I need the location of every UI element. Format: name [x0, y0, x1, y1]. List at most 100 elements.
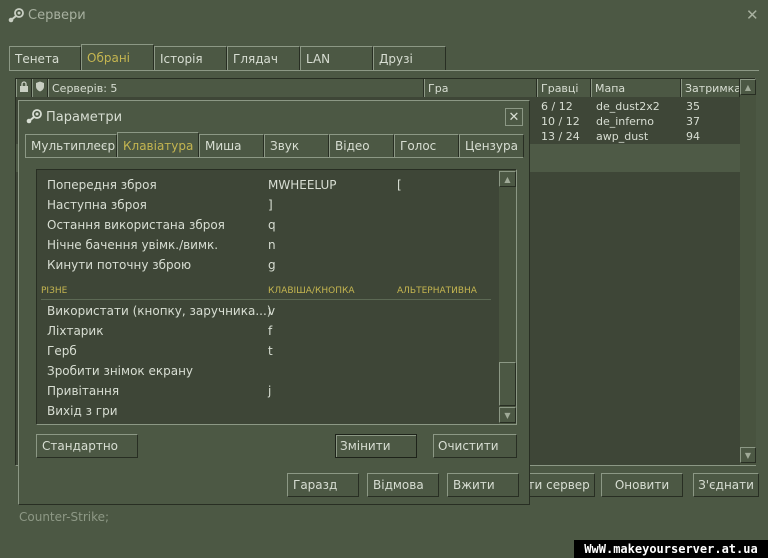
tab-lan[interactable]: LAN [300, 46, 373, 70]
latency-column-header[interactable]: Затримка [681, 79, 740, 97]
tab-label: Тенета [15, 51, 60, 66]
action-label: Нічне бачення увімк./вимк. [47, 238, 219, 252]
cancel-button[interactable]: Відмова [367, 473, 439, 497]
action-label: Привітання [47, 384, 120, 398]
list-item[interactable]: Вихід з гри [47, 401, 497, 421]
steam-logo-icon [7, 8, 25, 24]
map-column-header[interactable]: Мапа [591, 79, 681, 97]
tab-strip-line [25, 157, 523, 158]
tab-history[interactable]: Історія [154, 46, 227, 70]
clear-button[interactable]: Очистити [433, 434, 517, 458]
tab-label: Відео [335, 139, 370, 153]
dialog-title: Параметри [46, 110, 123, 125]
key-label: v [268, 304, 276, 318]
secure-column-header[interactable] [32, 79, 48, 97]
list-item[interactable]: Використати (кнопку, заручника...) v [47, 301, 497, 321]
list-item[interactable]: Зробити знімок екрану [47, 361, 497, 381]
scroll-up-button[interactable]: ▲ [740, 79, 756, 95]
action-label: Герб [47, 344, 77, 358]
list-item[interactable]: Герб t [47, 341, 497, 361]
tab-content-control[interactable]: Цензура [459, 134, 524, 157]
key-label: ] [268, 198, 273, 212]
close-icon: ✕ [508, 109, 520, 125]
lock-column-header[interactable] [16, 79, 32, 97]
scroll-up-button[interactable]: ▲ [499, 171, 516, 187]
game-column-header[interactable]: Гра [424, 79, 537, 97]
list-item[interactable]: Ліхтарик f [47, 321, 497, 341]
dialog-close-button[interactable]: ✕ [505, 108, 523, 126]
status-text: Counter-Strike; [19, 510, 110, 524]
map-cell: de_inferno [596, 115, 654, 128]
tab-label: Історія [160, 51, 203, 66]
list-header: Серверів: 5 Гра Гравці Мапа Затримка [16, 79, 740, 97]
players-cell: 6 / 12 [541, 100, 573, 113]
list-item[interactable]: Кинути поточну зброю g [47, 255, 497, 275]
action-label: Наступна зброя [47, 198, 147, 212]
alt-column-header: АЛЬТЕРНАТИВНА [397, 286, 477, 296]
key-label: j [268, 384, 272, 398]
tab-keyboard[interactable]: Клавіатура [117, 132, 199, 158]
tab-label: Цензура [465, 139, 518, 153]
refresh-button[interactable]: Оновити [601, 473, 683, 497]
connect-button[interactable]: З'єднати [693, 473, 759, 497]
tab-multiplayer[interactable]: Мультиплеєр [25, 134, 117, 157]
tab-strip-line [9, 70, 759, 71]
default-button[interactable]: Стандартно [36, 434, 138, 458]
tab-label: Миша [205, 139, 242, 153]
players-column-header[interactable]: Гравці [537, 79, 591, 97]
action-label: Попередня зброя [47, 178, 157, 192]
lock-icon [19, 81, 29, 95]
tab-spectate[interactable]: Глядач [227, 46, 300, 70]
tab-label: Друзі [379, 51, 413, 66]
watermark: WwW.makeyourserver.at.ua [574, 540, 768, 558]
options-dialog: Параметри ✕ Мультиплеєр Клавіатура Миша … [18, 100, 530, 505]
latency-cell: 94 [686, 130, 700, 143]
tab-label: Голос [400, 139, 437, 153]
key-label: n [268, 238, 276, 252]
steam-logo-icon [25, 109, 43, 125]
players-cell: 10 / 12 [541, 115, 580, 128]
list-item[interactable]: Привітання j [47, 381, 497, 401]
tab-internet[interactable]: Тенета [9, 46, 81, 70]
list-item[interactable]: Остання використана зброя q [47, 215, 497, 235]
servers-column-header[interactable]: Серверів: 5 [48, 79, 424, 97]
tab-favorites[interactable]: Обрані [81, 44, 154, 71]
close-icon[interactable]: ✕ [746, 6, 759, 24]
change-button[interactable]: Змінити [335, 434, 417, 458]
action-label: Використати (кнопку, заручника...) [47, 304, 272, 318]
list-item[interactable]: Нічне бачення увімк./вимк. n [47, 235, 497, 255]
tab-mouse[interactable]: Миша [199, 134, 264, 157]
section-name: РІЗНЕ [41, 286, 68, 296]
tab-label: Звук [270, 139, 300, 153]
tab-voice[interactable]: Голос [394, 134, 459, 157]
alt-key-label: [ [397, 178, 402, 192]
ok-button[interactable]: Гаразд [287, 473, 359, 497]
players-cell: 13 / 24 [541, 130, 580, 143]
tab-audio[interactable]: Звук [264, 134, 329, 157]
scroll-down-button[interactable]: ▼ [740, 447, 756, 463]
tab-label: Клавіатура [123, 138, 194, 153]
action-label: Ліхтарик [47, 324, 104, 338]
key-label: f [268, 324, 273, 338]
shield-icon [35, 81, 45, 95]
tab-friends[interactable]: Друзі [373, 46, 446, 70]
scroll-down-button[interactable]: ▼ [499, 407, 516, 423]
map-cell: de_dust2x2 [596, 100, 660, 113]
scroll-thumb[interactable] [499, 362, 516, 406]
tab-video[interactable]: Відео [329, 134, 394, 157]
action-label: Зробити знімок екрану [47, 364, 194, 378]
apply-button[interactable]: Вжити [447, 473, 519, 497]
list-item[interactable]: Попередня зброя MWHEELUP [ [47, 175, 497, 195]
tab-label: LAN [306, 51, 331, 66]
tab-label: Обрані [87, 51, 130, 65]
key-label: q [268, 218, 276, 232]
list-scrollbar[interactable]: ▲ ▼ [740, 79, 756, 465]
action-label: Остання використана зброя [47, 218, 225, 232]
action-label: Кинути поточну зброю [47, 258, 192, 272]
key-bindings-list[interactable]: Попередня зброя MWHEELUP [ Наступна збро… [36, 169, 517, 425]
key-label: t [268, 344, 273, 358]
tab-label: Мультиплеєр [31, 139, 116, 153]
bindings-scrollbar[interactable]: ▲ ▼ [499, 170, 516, 424]
list-item[interactable]: Наступна зброя ] [47, 195, 497, 215]
key-column-header: КЛАВІША/КНОПКА [268, 286, 355, 296]
